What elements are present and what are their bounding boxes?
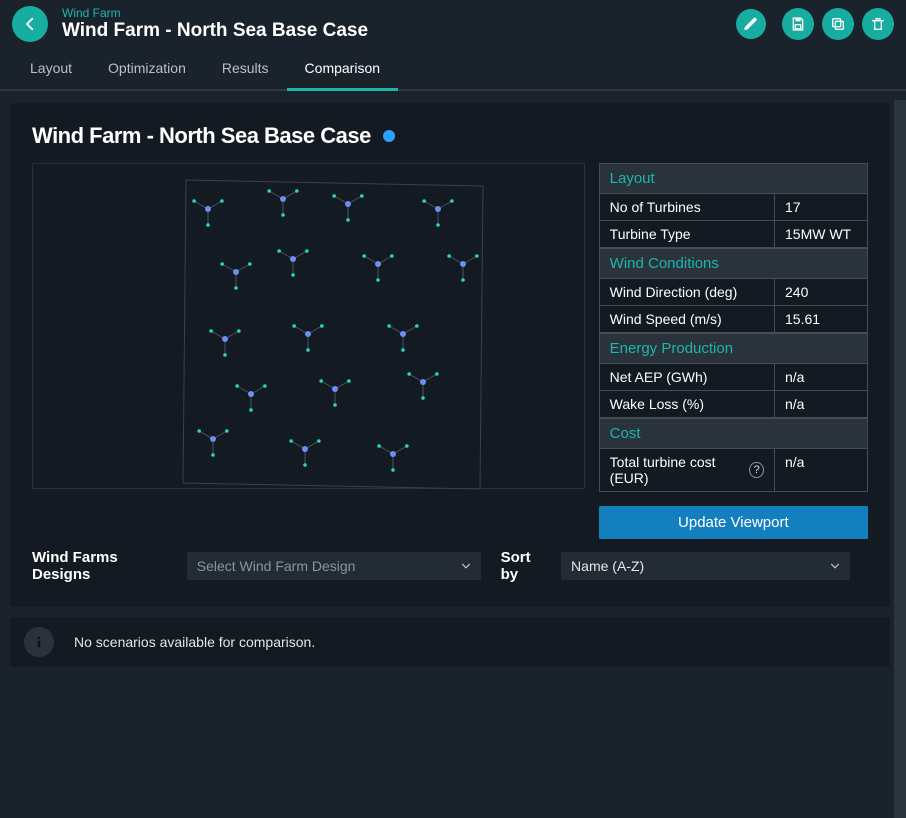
update-viewport-button[interactable]: Update Viewport bbox=[599, 506, 868, 539]
arrow-left-icon bbox=[21, 15, 39, 33]
tab-optimization[interactable]: Optimization bbox=[90, 50, 204, 91]
section-head-wind: Wind Conditions bbox=[599, 248, 868, 279]
label-no-turbines: No of Turbines bbox=[600, 194, 775, 220]
top-bar: Wind Farm Wind Farm - North Sea Base Cas… bbox=[0, 0, 906, 50]
card-title-row: Wind Farm - North Sea Base Case bbox=[32, 123, 868, 149]
row-no-turbines: No of Turbines 17 bbox=[599, 194, 868, 221]
label-net-aep: Net AEP (GWh) bbox=[600, 364, 775, 390]
turbine-layout-icon bbox=[33, 164, 587, 490]
tab-results[interactable]: Results bbox=[204, 50, 287, 91]
label-wind-dir: Wind Direction (deg) bbox=[600, 279, 775, 305]
value-wake-loss: n/a bbox=[775, 391, 867, 417]
designs-select[interactable]: Select Wind Farm Design bbox=[187, 552, 481, 580]
page-title: Wind Farm - North Sea Base Case bbox=[62, 20, 726, 42]
status-dot-icon bbox=[383, 130, 395, 142]
vertical-scrollbar[interactable] bbox=[894, 100, 906, 818]
breadcrumb[interactable]: Wind Farm bbox=[62, 6, 726, 20]
info-icon-wrap bbox=[24, 627, 54, 657]
row-total-cost: Total turbine cost (EUR) ? n/a bbox=[599, 449, 868, 492]
help-icon[interactable]: ? bbox=[749, 462, 764, 478]
label-total-cost: Total turbine cost (EUR) ? bbox=[600, 449, 775, 491]
edit-title-button[interactable] bbox=[736, 9, 766, 39]
back-button[interactable] bbox=[12, 6, 48, 42]
info-message: No scenarios available for comparison. bbox=[74, 634, 315, 650]
delete-button[interactable] bbox=[862, 8, 894, 40]
comparison-card: Wind Farm - North Sea Base Case Layout N… bbox=[10, 103, 890, 607]
designs-label: Wind Farms Designs bbox=[32, 549, 177, 583]
chevron-down-icon bbox=[828, 559, 842, 573]
value-total-cost: n/a bbox=[775, 449, 867, 491]
content-area: Wind Farm - North Sea Base Case Layout N… bbox=[0, 91, 906, 809]
card-title: Wind Farm - North Sea Base Case bbox=[32, 123, 371, 149]
save-button[interactable] bbox=[782, 8, 814, 40]
top-actions bbox=[782, 8, 894, 40]
value-turbine-type: 15MW WT bbox=[775, 221, 867, 247]
info-card: No scenarios available for comparison. bbox=[10, 617, 890, 667]
pencil-icon bbox=[743, 16, 759, 32]
section-head-layout: Layout bbox=[599, 163, 868, 194]
label-total-cost-text: Total turbine cost (EUR) bbox=[610, 454, 744, 486]
row-wake-loss: Wake Loss (%) n/a bbox=[599, 391, 868, 418]
row-wind-speed: Wind Speed (m/s) 15.61 bbox=[599, 306, 868, 333]
tab-comparison[interactable]: Comparison bbox=[287, 50, 398, 91]
chevron-down-icon bbox=[459, 559, 473, 573]
label-wind-speed: Wind Speed (m/s) bbox=[600, 306, 775, 332]
layout-viewport[interactable] bbox=[32, 163, 585, 489]
label-turbine-type: Turbine Type bbox=[600, 221, 775, 247]
sort-select[interactable]: Name (A-Z) bbox=[561, 552, 850, 580]
section-head-cost: Cost bbox=[599, 418, 868, 449]
info-icon bbox=[31, 634, 47, 650]
designs-select-text: Select Wind Farm Design bbox=[197, 558, 356, 574]
row-turbine-type: Turbine Type 15MW WT bbox=[599, 221, 868, 248]
label-wake-loss: Wake Loss (%) bbox=[600, 391, 775, 417]
value-wind-speed: 15.61 bbox=[775, 306, 867, 332]
save-icon bbox=[790, 16, 806, 32]
info-panel: Layout No of Turbines 17 Turbine Type 15… bbox=[599, 163, 868, 539]
section-head-energy: Energy Production bbox=[599, 333, 868, 364]
tab-bar: Layout Optimization Results Comparison bbox=[0, 50, 906, 91]
value-no-turbines: 17 bbox=[775, 194, 867, 220]
value-net-aep: n/a bbox=[775, 364, 867, 390]
row-wind-dir: Wind Direction (deg) 240 bbox=[599, 279, 868, 306]
title-block: Wind Farm Wind Farm - North Sea Base Cas… bbox=[62, 6, 726, 42]
copy-icon bbox=[830, 16, 846, 32]
sort-label: Sort by bbox=[501, 549, 551, 583]
value-wind-dir: 240 bbox=[775, 279, 867, 305]
trash-icon bbox=[870, 16, 886, 32]
tab-layout[interactable]: Layout bbox=[12, 50, 90, 91]
row-net-aep: Net AEP (GWh) n/a bbox=[599, 364, 868, 391]
duplicate-button[interactable] bbox=[822, 8, 854, 40]
sort-select-text: Name (A-Z) bbox=[571, 558, 644, 574]
